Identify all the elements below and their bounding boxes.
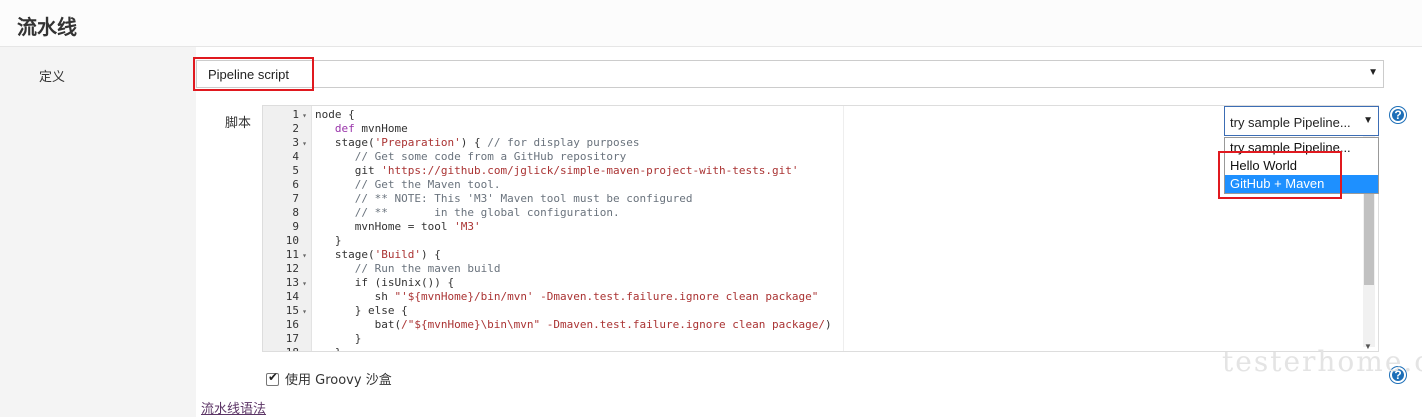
- line-number: 13 ▾: [285, 276, 307, 291]
- line-number: 17: [285, 332, 299, 345]
- line-number: 2: [292, 122, 299, 135]
- code-line[interactable]: // Get the Maven tool.: [315, 178, 501, 192]
- help-icon[interactable]: ?: [1390, 107, 1406, 123]
- definition-label: 定义: [39, 70, 66, 85]
- line-number: 16: [285, 318, 299, 331]
- line-number: 3 ▾: [292, 136, 307, 151]
- script-label: 脚本: [225, 116, 252, 131]
- code-line[interactable]: stage('Preparation') { // for display pu…: [315, 136, 640, 150]
- code-line[interactable]: }: [315, 234, 342, 248]
- definition-select-value: Pipeline script: [208, 67, 289, 82]
- code-line[interactable]: sh "'${mvnHome}/bin/mvn' -Dmaven.test.fa…: [315, 290, 819, 304]
- sample-dropdown-list: try sample Pipeline... Hello World GitHu…: [1224, 137, 1379, 194]
- line-number: 10: [285, 234, 299, 247]
- code-line[interactable]: stage('Build') {: [315, 248, 441, 262]
- sample-option-selected[interactable]: GitHub + Maven: [1225, 175, 1378, 193]
- code-line[interactable]: // ** in the global configuration.: [315, 206, 620, 220]
- label-column: [0, 47, 196, 417]
- line-number: 18: [263, 346, 307, 351]
- pipeline-syntax-link[interactable]: 流水线语法: [201, 398, 266, 417]
- code-line[interactable]: // Run the maven build: [315, 262, 501, 276]
- line-number: 1 ▾: [292, 108, 307, 123]
- fold-arrow-icon[interactable]: ▾: [301, 305, 307, 319]
- code-line[interactable]: }: [315, 346, 342, 351]
- line-number: 14: [285, 290, 299, 303]
- dropdown-arrow-icon: ▼: [1368, 67, 1378, 78]
- section-title: 流水线: [17, 15, 77, 39]
- line-number: 15 ▾: [285, 304, 307, 319]
- watermark: testerhome.com: [1222, 345, 1422, 378]
- sample-option[interactable]: Hello World: [1225, 157, 1378, 175]
- script-editor[interactable]: 1▾23▾4567891011▾1213▾1415▾161718 node { …: [262, 105, 1379, 352]
- groovy-sandbox-label: 使用 Groovy 沙盒: [285, 373, 392, 388]
- line-number-gutter: 1▾23▾4567891011▾1213▾1415▾161718: [263, 106, 312, 351]
- code-line[interactable]: } else {: [315, 304, 408, 318]
- fold-arrow-icon[interactable]: ▾: [301, 109, 307, 123]
- code-line[interactable]: mvnHome = tool 'M3': [315, 220, 481, 234]
- code-line[interactable]: def mvnHome: [315, 122, 408, 136]
- code-line[interactable]: node {: [315, 108, 355, 122]
- sample-option[interactable]: try sample Pipeline...: [1225, 139, 1378, 157]
- code-line[interactable]: // Get some code from a GitHub repositor…: [315, 150, 627, 164]
- code-line[interactable]: bat(/"${mvnHome}\bin\mvn" -Dmaven.test.f…: [315, 318, 832, 332]
- sample-select-value: try sample Pipeline...: [1230, 115, 1351, 130]
- definition-select[interactable]: Pipeline script ▼: [196, 60, 1384, 88]
- fold-arrow-icon[interactable]: ▾: [301, 137, 307, 151]
- section-header: 流水线: [0, 0, 1422, 47]
- code-line[interactable]: // ** NOTE: This 'M3' Maven tool must be…: [315, 192, 693, 206]
- code-line[interactable]: if (isUnix()) {: [315, 276, 454, 290]
- code-line[interactable]: git 'https://github.com/jglick/simple-ma…: [315, 164, 799, 178]
- groovy-sandbox-checkbox[interactable]: ✔: [266, 370, 279, 386]
- print-margin: [843, 106, 844, 351]
- line-number: 4: [292, 150, 299, 163]
- line-number: 11 ▾: [285, 248, 307, 263]
- code-line[interactable]: }: [315, 332, 362, 346]
- line-number: 12: [285, 262, 299, 275]
- line-number: 5: [292, 164, 299, 177]
- dropdown-arrow-icon: ▼: [1363, 115, 1373, 126]
- sample-pipeline-select[interactable]: try sample Pipeline... ▼: [1224, 106, 1379, 136]
- fold-arrow-icon[interactable]: ▾: [301, 277, 307, 291]
- line-number: 7: [292, 192, 299, 205]
- fold-arrow-icon[interactable]: ▾: [301, 249, 307, 263]
- line-number: 8: [292, 206, 299, 219]
- line-number: 6: [292, 178, 299, 191]
- line-number: 9: [292, 220, 299, 233]
- checkmark-icon: ✔: [268, 370, 279, 384]
